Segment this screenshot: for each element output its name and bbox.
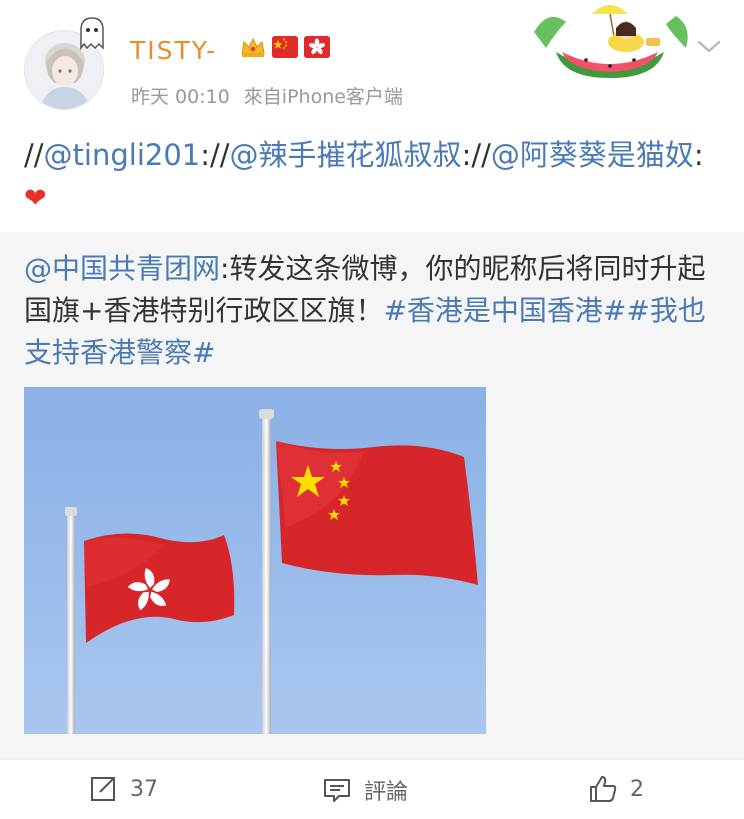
quoted-text: @中国共青团网:转发这条微博，你的昵称后将同时升起国旗+香港特别行政区区旗！#香…	[24, 248, 714, 374]
comment-button[interactable]: 評論	[322, 774, 408, 806]
separator-text: //	[24, 138, 44, 172]
separator-text: ://	[200, 138, 230, 172]
comment-label: 評論	[364, 780, 409, 805]
separator-text: :	[693, 138, 704, 172]
post-source[interactable]: 來自iPhone客户端	[244, 86, 403, 108]
comment-icon	[324, 779, 350, 802]
quoted-post[interactable]: @中国共青团网:转发这条微博，你的昵称后将同时升起国旗+香港特别行政区区旗！#香…	[0, 232, 744, 759]
heart-emoji: ❤	[24, 183, 47, 214]
post-meta: 昨天 00:10 來自iPhone客户端	[131, 82, 417, 109]
user-badges	[240, 36, 330, 58]
flags-photo[interactable]	[24, 387, 486, 734]
weibo-post: TISTY- 昨天 00:10 來自iPhone客户端 //@tingli201…	[0, 0, 744, 819]
like-button[interactable]: 2	[588, 774, 644, 804]
action-bar: 37 評論 2	[0, 759, 744, 819]
hashtag-link[interactable]: #香港是中国香港#	[383, 294, 626, 327]
thumbs-up-icon	[590, 776, 617, 802]
chevron-down-icon[interactable]	[696, 38, 722, 56]
repost-count: 37	[130, 776, 158, 802]
post-time: 昨天 00:10	[131, 86, 230, 108]
crown-badge-icon[interactable]	[240, 36, 266, 58]
mention-link[interactable]: @辣手摧花狐叔叔	[230, 138, 462, 172]
like-count: 2	[630, 776, 644, 802]
repost-button[interactable]: 37	[88, 774, 158, 804]
hong-kong-flag-icon	[304, 36, 330, 58]
username[interactable]: TISTY-	[130, 36, 217, 65]
mention-link[interactable]: @阿葵葵是猫奴	[491, 138, 694, 172]
mention-link[interactable]: @中国共青团网	[24, 252, 220, 285]
repost-text: //@tingli201://@辣手摧花狐叔叔://@阿葵葵是猫奴:❤	[24, 134, 724, 220]
watermelon-float-decoration[interactable]	[526, 2, 694, 80]
ghost-icon	[78, 16, 106, 52]
mention-link[interactable]: @tingli201	[44, 138, 201, 172]
repost-icon	[91, 777, 115, 801]
separator-text: ://	[461, 138, 491, 172]
china-flag-icon	[272, 36, 298, 58]
